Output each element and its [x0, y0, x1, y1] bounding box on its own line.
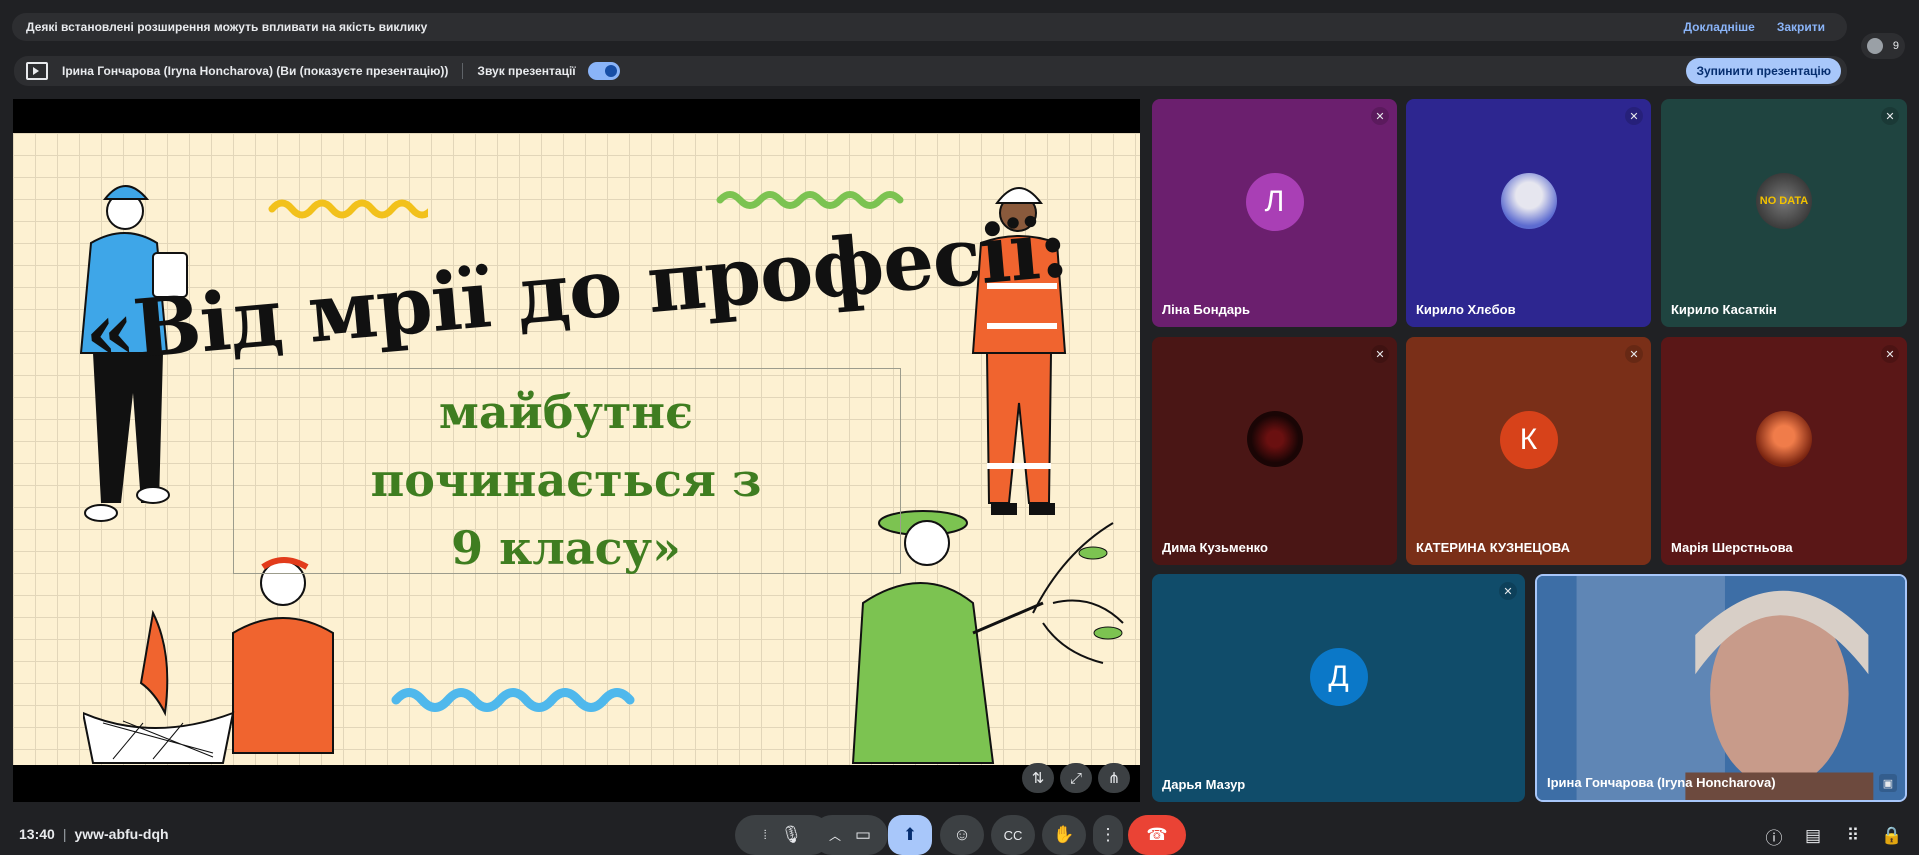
mic-off-icon: ✕: [1625, 345, 1643, 363]
present-icon: ⬆: [902, 825, 918, 844]
captions-icon: CC: [1003, 827, 1023, 843]
blue-wave-decoration: [391, 688, 635, 712]
participant-tile[interactable]: ✕ Марія Шерстньова: [1661, 337, 1907, 565]
meeting-details-icon[interactable]: ⓘ: [1762, 824, 1786, 848]
mic-off-icon: ✕: [1881, 345, 1899, 363]
mic-off-icon: ✕: [1371, 107, 1389, 125]
close-warning-link[interactable]: Закрити: [1777, 20, 1825, 34]
meeting-code: yww-abfu-dqh: [74, 826, 169, 842]
present-screen-button[interactable]: ⬆: [888, 815, 932, 855]
present-screen-icon: [26, 62, 48, 80]
self-video-feed: [1537, 576, 1905, 800]
chat-icon[interactable]: ▤: [1801, 824, 1825, 848]
presentation-stage: «Від мрії до професії: майбутнє починаєт…: [13, 99, 1140, 802]
raise-hand-button[interactable]: ✋: [1042, 815, 1086, 855]
camera-icon: ▭: [854, 825, 872, 844]
participant-name: Кирило Касаткін: [1671, 302, 1777, 317]
captions-button[interactable]: CC: [991, 815, 1035, 855]
participant-tile[interactable]: ✕ Д Дарья Мазур: [1152, 574, 1525, 802]
participant-tile[interactable]: ✕ К КАТЕРИНА КУЗНЕЦОВА: [1406, 337, 1651, 565]
participant-name: Кирило Хлєбов: [1416, 302, 1516, 317]
microphone-icon: 🎙: [780, 825, 803, 844]
avatar: [1246, 411, 1303, 467]
emoji-icon: ☺: [953, 825, 971, 844]
mic-off-icon: ✕: [1881, 107, 1899, 125]
avatar-initial: Л: [1245, 173, 1304, 231]
participant-name: Дима Кузьменко: [1162, 540, 1268, 555]
presenting-bar: Ірина Гончарова (Iryna Honcharova) (Ви (…: [14, 56, 1847, 86]
audio-level-icon: ⦙: [763, 827, 767, 842]
phone-hangup-icon: ☎: [1146, 825, 1168, 844]
more-options-button[interactable]: ⋮: [1093, 815, 1123, 855]
hand-icon: ✋: [1053, 825, 1075, 844]
participant-name: Марія Шерстньова: [1671, 540, 1793, 555]
divider: [462, 63, 464, 79]
mic-off-icon: ✕: [1499, 582, 1517, 600]
warning-text: Деякі встановлені розширення можуть впли…: [26, 20, 428, 34]
presentation-sound-label: Звук презентації: [477, 64, 576, 78]
details-link[interactable]: Докладніше: [1683, 20, 1754, 34]
picture-in-picture-icon[interactable]: ▣: [1879, 774, 1897, 792]
avatar: [1500, 173, 1557, 229]
meeting-time: 13:40: [19, 826, 55, 842]
stop-presenting-button[interactable]: Зупинити презентацію: [1686, 58, 1841, 84]
leave-call-button[interactable]: ☎: [1128, 815, 1186, 855]
chevron-up-icon: ︿: [828, 828, 841, 843]
meeting-info: 13:40 | yww-abfu-dqh: [19, 826, 169, 842]
extensions-warning-bar: Деякі встановлені розширення можуть впли…: [12, 13, 1847, 41]
participant-name: Ірина Гончарова (Iryna Honcharova): [1547, 775, 1776, 790]
slide-subtitle: майбутнє починається з 9 класу»: [233, 378, 899, 582]
participant-tile[interactable]: ✕ Кирило Хлєбов: [1406, 99, 1651, 327]
subtitle-line: починається з: [370, 453, 762, 507]
participant-name: КАТЕРИНА КУЗНЕЦОВА: [1416, 540, 1570, 555]
avatar: [1756, 411, 1812, 467]
subtitle-line: майбутнє: [438, 385, 694, 439]
avatar-initial: Д: [1309, 648, 1368, 706]
reactions-button[interactable]: ☺: [940, 815, 984, 855]
participant-tile[interactable]: ✕ NO DATA Кирило Касаткін: [1661, 99, 1907, 327]
participants-count-button[interactable]: 9: [1861, 33, 1905, 59]
people-icon: [1867, 38, 1883, 54]
subtitle-line: 9 класу»: [451, 521, 681, 575]
host-controls-icon[interactable]: 🔒: [1880, 824, 1904, 848]
more-vert-icon: ⋮: [1099, 825, 1117, 844]
share-icon[interactable]: ⋔: [1098, 763, 1130, 793]
worker-illustration-blue: [79, 185, 188, 522]
green-wave-decoration: [716, 191, 904, 209]
yellow-wave-decoration: [268, 199, 428, 219]
slide-title: «Від мрії до професії:: [80, 200, 1071, 381]
reposition-icon[interactable]: ⇅: [1022, 763, 1054, 793]
activities-icon[interactable]: ⠿: [1841, 824, 1865, 848]
participant-name: Дарья Мазур: [1162, 777, 1246, 792]
presentation-slide: «Від мрії до професії: майбутнє починаєт…: [13, 133, 1140, 765]
mic-off-icon: ✕: [1371, 345, 1389, 363]
presenter-label: Ірина Гончарова (Iryna Honcharova) (Ви (…: [62, 64, 449, 78]
avatar-initial: К: [1499, 411, 1558, 469]
presentation-sound-toggle[interactable]: [587, 62, 620, 80]
participant-tile[interactable]: ✕ Л Ліна Бондарь: [1152, 99, 1397, 327]
avatar: NO DATA: [1756, 173, 1812, 229]
participant-name: Ліна Бондарь: [1162, 302, 1250, 317]
fullscreen-icon[interactable]: ⤢: [1060, 763, 1092, 793]
camera-control[interactable]: ︿ ▭: [812, 815, 888, 855]
participant-tile[interactable]: ✕ Дима Кузьменко: [1152, 337, 1397, 565]
divider: |: [62, 826, 67, 842]
stage-controls: ⇅ ⤢ ⋔: [1022, 763, 1130, 793]
participants-count: 9: [1892, 40, 1899, 52]
participant-tile[interactable]: ▣ Ірина Гончарова (Iryna Honcharova): [1535, 574, 1907, 802]
mic-off-icon: ✕: [1625, 107, 1643, 125]
harvester-illustration: [83, 557, 334, 764]
